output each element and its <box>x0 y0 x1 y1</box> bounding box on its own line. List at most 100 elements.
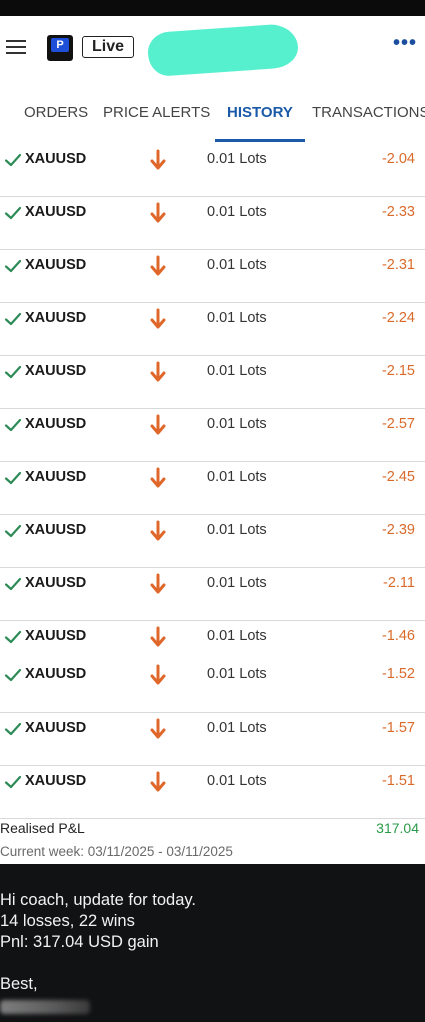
trade-pnl: -1.57 <box>381 720 415 736</box>
history-row[interactable]: XAUUSD 0.01 Lots -2.45 <box>0 462 425 515</box>
history-row[interactable]: XAUUSD 0.01 Lots -1.46 XAUUSD 0.01 Lots -1.52 <box>0 621 425 713</box>
trade-lots: 0.01 Lots <box>207 204 267 220</box>
history-row[interactable]: XAUUSD 0.01 Lots -2.15 <box>0 356 425 409</box>
history-row[interactable]: XAUUSD 0.01 Lots -2.57 <box>0 409 425 462</box>
trade-lots: 0.01 Lots <box>207 575 267 591</box>
trade-lots: 0.01 Lots <box>207 416 267 432</box>
check-icon <box>4 629 22 645</box>
trade-pnl: -2.31 <box>381 257 415 273</box>
message-line: 14 losses, 22 wins <box>0 912 135 930</box>
history-row[interactable]: XAUUSD 0.01 Lots -1.57 <box>0 713 425 766</box>
trading-app: P Live ••• ORDERS PRICE ALERTS HISTORY T… <box>0 16 425 864</box>
message-line: Pnl: 317.04 USD gain <box>0 933 159 951</box>
trade-lots: 0.01 Lots <box>207 151 267 167</box>
history-row[interactable]: XAUUSD 0.01 Lots -2.31 <box>0 250 425 303</box>
trade-lots: 0.01 Lots <box>207 310 267 326</box>
trade-pnl: -2.24 <box>381 310 415 326</box>
check-icon <box>4 721 22 737</box>
check-icon <box>4 152 22 168</box>
trade-symbol: XAUUSD <box>25 310 87 326</box>
message-line: Hi coach, update for today. <box>0 891 196 909</box>
trade-item[interactable]: XAUUSD 0.01 Lots -1.52 <box>0 659 425 697</box>
trade-symbol: XAUUSD <box>25 363 87 379</box>
check-icon <box>4 205 22 221</box>
trade-symbol: XAUUSD <box>25 773 87 789</box>
sell-arrow-icon <box>150 414 166 436</box>
trade-item[interactable]: XAUUSD 0.01 Lots -2.04 <box>0 144 425 182</box>
more-dots-icon[interactable]: ••• <box>393 33 416 54</box>
check-icon <box>4 258 22 274</box>
sell-arrow-icon <box>150 202 166 224</box>
sell-arrow-icon <box>150 361 166 383</box>
trade-symbol: XAUUSD <box>25 522 87 538</box>
sell-arrow-icon <box>150 718 166 740</box>
trade-item[interactable]: XAUUSD 0.01 Lots -2.24 <box>0 303 425 341</box>
realised-pnl-label: Realised P&L <box>0 820 85 836</box>
check-icon <box>4 470 22 486</box>
trade-lots: 0.01 Lots <box>207 628 267 644</box>
trade-item[interactable]: XAUUSD 0.01 Lots -2.11 <box>0 568 425 606</box>
hamburger-icon[interactable] <box>6 40 26 56</box>
trade-lots: 0.01 Lots <box>207 720 267 736</box>
trade-lots: 0.01 Lots <box>207 363 267 379</box>
trade-item[interactable]: XAUUSD 0.01 Lots -1.46 <box>0 621 425 659</box>
trade-pnl: -2.15 <box>381 363 415 379</box>
history-row[interactable]: XAUUSD 0.01 Lots -2.39 <box>0 515 425 568</box>
trade-item[interactable]: XAUUSD 0.01 Lots -2.57 <box>0 409 425 447</box>
pnl-summary: Realised P&L 317.04 Current week: 03/11/… <box>0 814 425 864</box>
trade-pnl: -1.46 <box>381 628 415 644</box>
trade-lots: 0.01 Lots <box>207 469 267 485</box>
logo-subtext <box>50 56 70 59</box>
blurred-signature <box>0 1000 90 1014</box>
history-row[interactable]: XAUUSD 0.01 Lots -1.51 <box>0 766 425 819</box>
trade-item[interactable]: XAUUSD 0.01 Lots -2.39 <box>0 515 425 553</box>
trade-symbol: XAUUSD <box>25 575 87 591</box>
check-icon <box>4 311 22 327</box>
app-logo: P <box>47 35 73 61</box>
realised-pnl-value: 317.04 <box>376 820 419 836</box>
live-mode-button[interactable]: Live <box>82 36 135 58</box>
tab-history[interactable]: HISTORY <box>215 100 305 142</box>
tab-orders[interactable]: ORDERS <box>24 100 88 142</box>
trade-pnl: -2.33 <box>381 204 415 220</box>
trade-item[interactable]: XAUUSD 0.01 Lots -2.45 <box>0 462 425 500</box>
sell-arrow-icon <box>150 149 166 171</box>
logo-letter: P <box>51 38 69 52</box>
history-row[interactable]: XAUUSD 0.01 Lots -2.04 <box>0 144 425 197</box>
check-icon <box>4 774 22 790</box>
check-icon <box>4 667 22 683</box>
trade-item[interactable]: XAUUSD 0.01 Lots -2.33 <box>0 197 425 235</box>
trade-symbol: XAUUSD <box>25 416 87 432</box>
check-icon <box>4 523 22 539</box>
history-list: XAUUSD 0.01 Lots -2.04 XAUUSD 0.01 Lots -2.33… <box>0 144 425 819</box>
trade-item[interactable]: XAUUSD 0.01 Lots -2.15 <box>0 356 425 394</box>
trade-lots: 0.01 Lots <box>207 522 267 538</box>
check-icon <box>4 576 22 592</box>
current-week-label: Current week: 03/11/2025 - 03/11/2025 <box>0 844 233 859</box>
tab-transactions[interactable]: TRANSACTIONS <box>312 100 425 142</box>
tab-price-alerts[interactable]: PRICE ALERTS <box>103 100 210 142</box>
trade-symbol: XAUUSD <box>25 628 87 644</box>
history-row[interactable]: XAUUSD 0.01 Lots -2.11 <box>0 568 425 621</box>
trade-symbol: XAUUSD <box>25 720 87 736</box>
trade-item[interactable]: XAUUSD 0.01 Lots -2.31 <box>0 250 425 288</box>
sell-arrow-icon <box>150 771 166 793</box>
trade-symbol: XAUUSD <box>25 666 87 682</box>
history-row[interactable]: XAUUSD 0.01 Lots -2.24 <box>0 303 425 356</box>
check-icon <box>4 417 22 433</box>
trade-symbol: XAUUSD <box>25 469 87 485</box>
trade-item[interactable]: XAUUSD 0.01 Lots -1.51 <box>0 766 425 804</box>
chat-message: Hi coach, update for today. 14 losses, 2… <box>0 890 425 995</box>
trade-pnl: -1.51 <box>381 773 415 789</box>
trade-item[interactable]: XAUUSD 0.01 Lots -1.57 <box>0 713 425 751</box>
status-strip <box>0 0 425 16</box>
message-line: Best, <box>0 975 38 993</box>
trade-symbol: XAUUSD <box>25 151 87 167</box>
trade-symbol: XAUUSD <box>25 204 87 220</box>
history-row[interactable]: XAUUSD 0.01 Lots -2.33 <box>0 197 425 250</box>
sell-arrow-icon <box>150 255 166 277</box>
trade-lots: 0.01 Lots <box>207 773 267 789</box>
app-header: P Live ••• <box>0 16 425 80</box>
trade-lots: 0.01 Lots <box>207 666 267 682</box>
trade-pnl: -2.39 <box>381 522 415 538</box>
